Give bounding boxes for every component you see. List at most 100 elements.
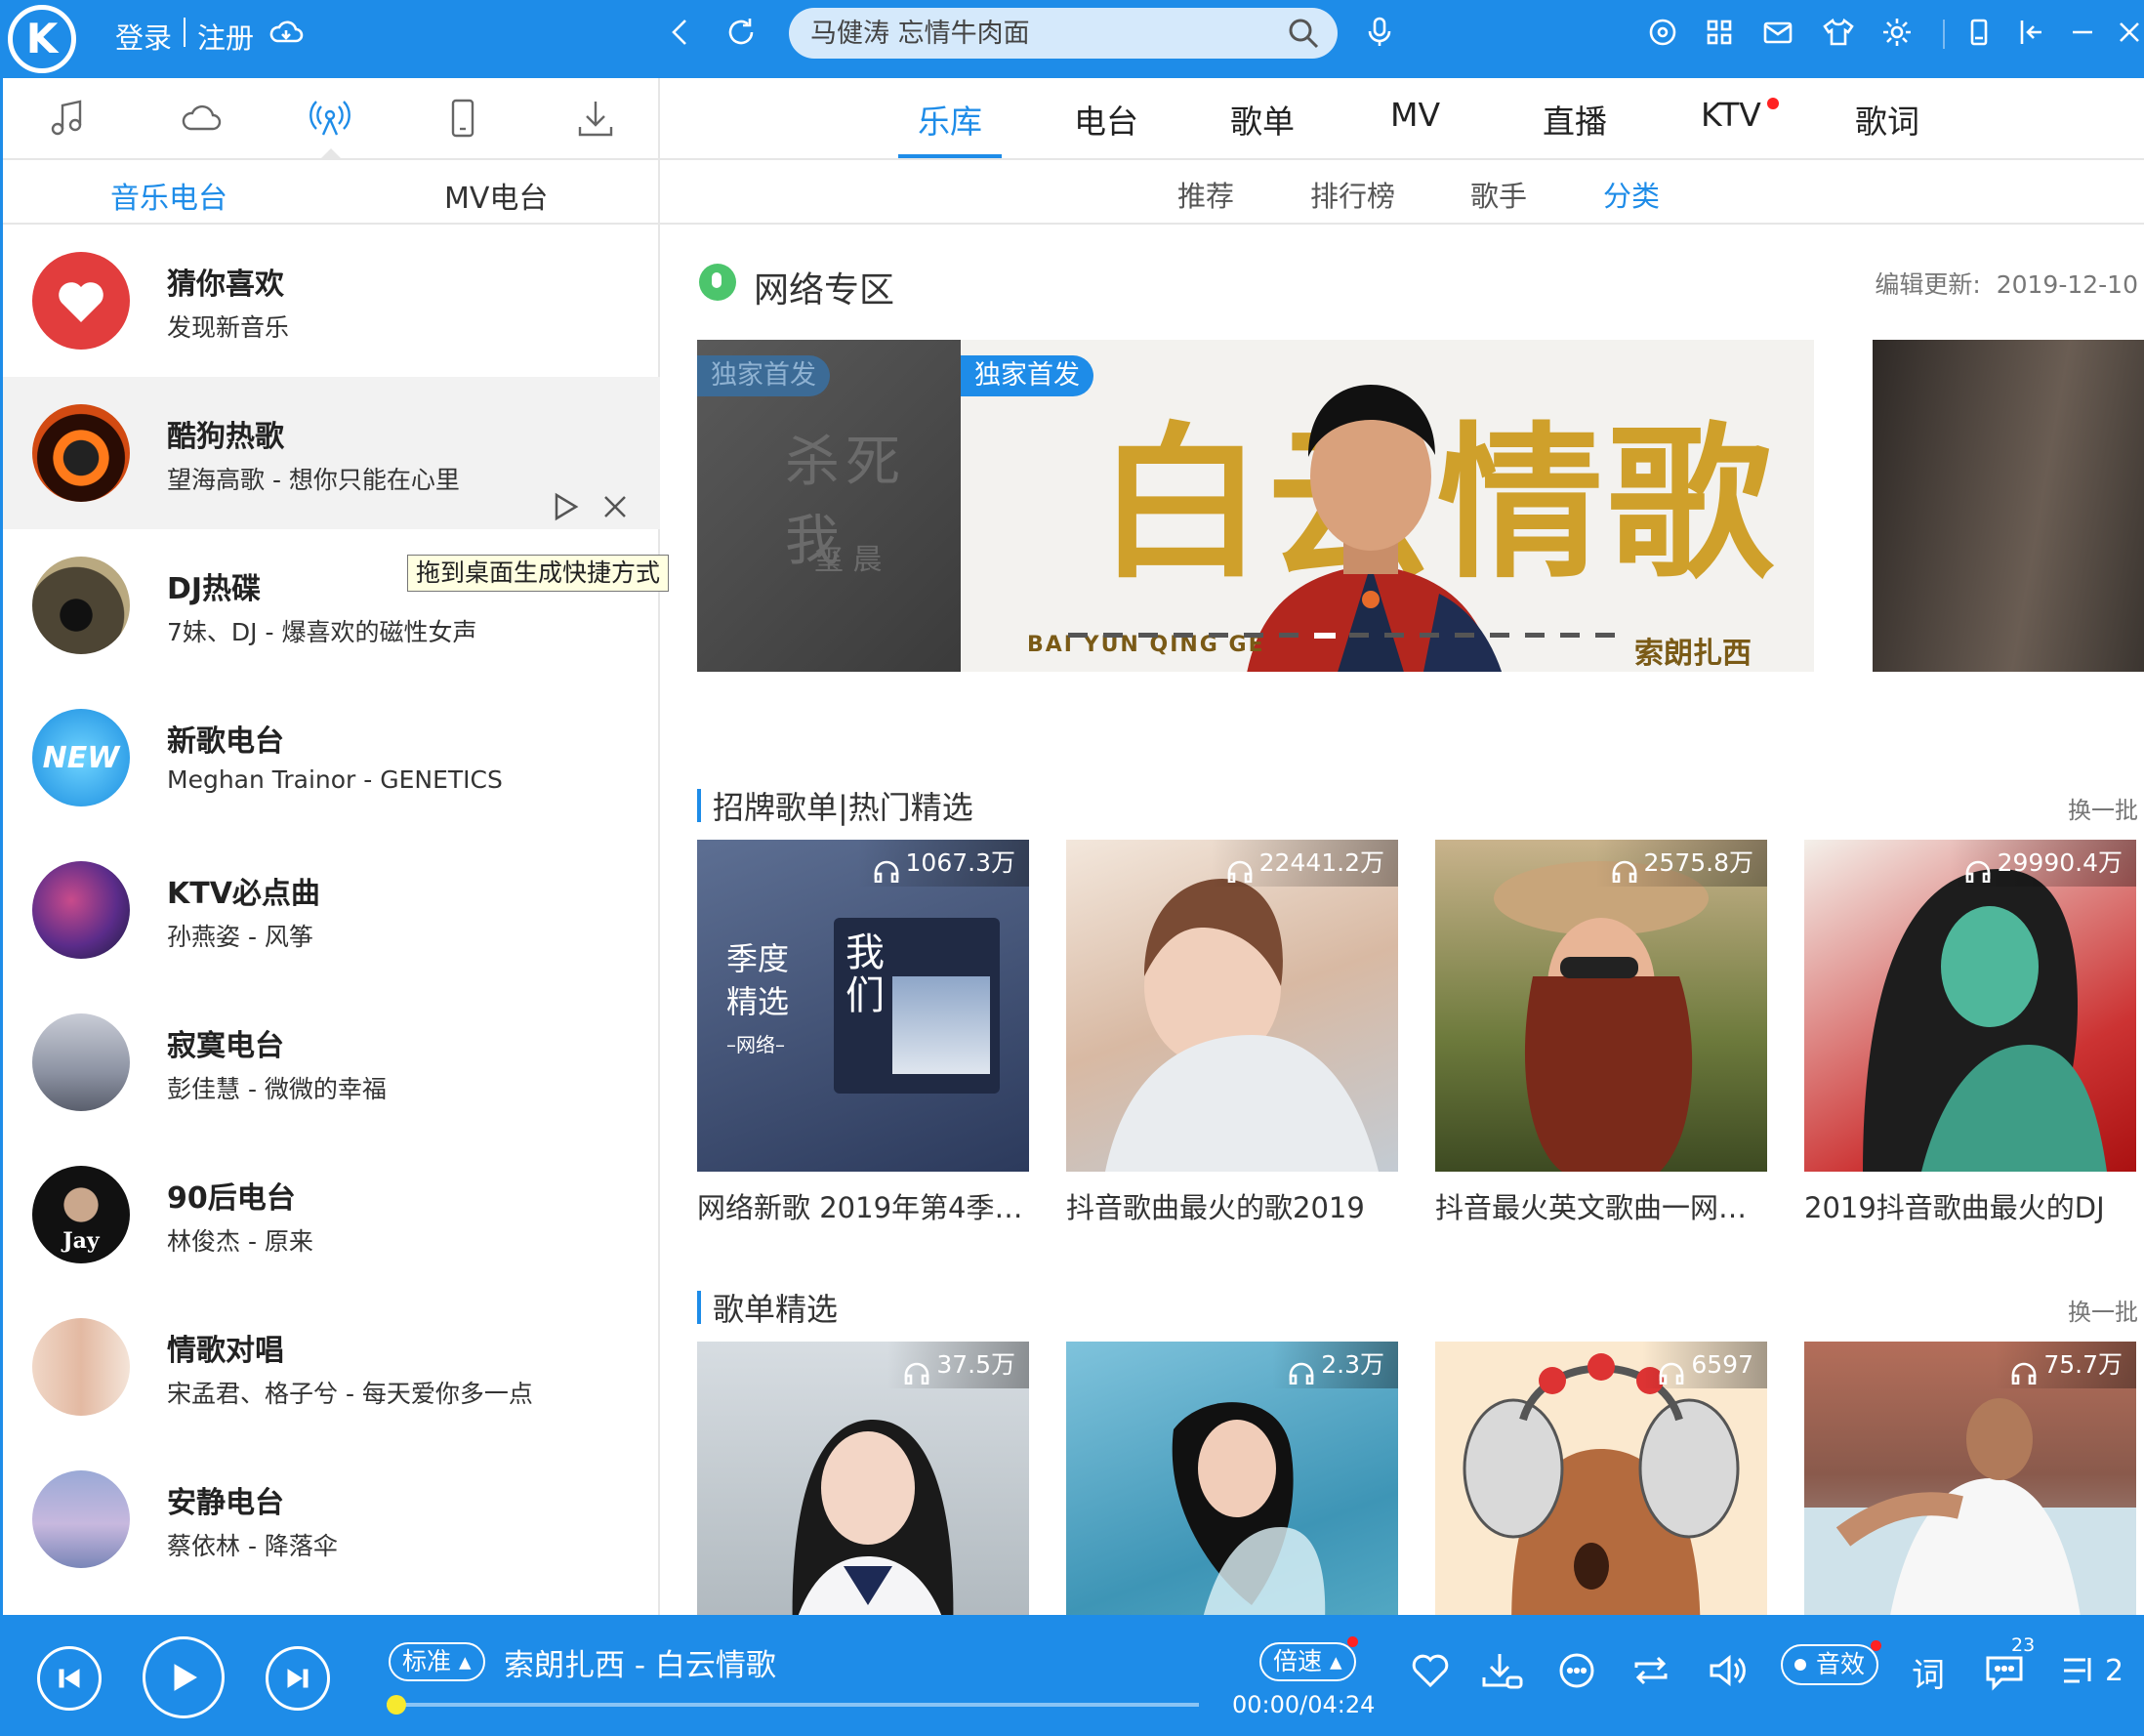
radio-item-new[interactable]: NEW 新歌电台 Meghan Trainor - GENETICS	[3, 682, 660, 834]
playlist-card[interactable]: 6597	[1435, 1342, 1767, 1615]
more-icon[interactable]	[1554, 1648, 1599, 1693]
playlist-card[interactable]: 2575.8万	[1435, 840, 1767, 1172]
refresh-batch-link[interactable]: 换一批	[2068, 1293, 2138, 1327]
playlist-name[interactable]: 抖音歌曲最火的歌2019	[1066, 1185, 1402, 1226]
search-icon[interactable]	[1287, 17, 1320, 50]
play-button[interactable]	[143, 1636, 225, 1718]
carousel-dot[interactable]	[1455, 633, 1474, 638]
voice-search-icon[interactable]	[1359, 12, 1400, 53]
banner-next-slide[interactable]	[1873, 340, 2144, 672]
minimize-icon[interactable]	[2062, 12, 2103, 53]
tab-ktv[interactable]: KTV	[1701, 96, 1761, 134]
cloud-music-icon[interactable]	[179, 96, 226, 141]
carousel-dot[interactable]	[1595, 633, 1615, 638]
carousel-dot[interactable]	[1244, 633, 1263, 638]
subnav-category[interactable]: 分类	[1603, 174, 1660, 215]
radio-item-dj[interactable]: DJ热碟 7妹、DJ - 爆喜欢的磁性女声	[3, 529, 660, 682]
tab-library[interactable]: 乐库	[918, 96, 982, 143]
playlist-card[interactable]: 季度 精选 –网络– 我们 1067.3万	[697, 840, 1029, 1172]
remove-radio-icon[interactable]	[598, 490, 632, 523]
radio-subtitle: Meghan Trainor - GENETICS	[167, 765, 503, 794]
playlist-card[interactable]: 22441.2万	[1066, 840, 1398, 1172]
radio-item-duet[interactable]: 情歌对唱 宋孟君、格子兮 - 每天爱你多一点	[3, 1291, 660, 1443]
left-panel: 音乐电台 MV电台 猜你喜欢 发现新音乐 酷狗热歌 望海高歌 - 想你只能在心里…	[0, 78, 670, 1615]
radio-title: 新歌电台	[167, 724, 284, 759]
skin-icon[interactable]	[1818, 12, 1859, 53]
speed-selector[interactable]: 倍速 ▴	[1259, 1642, 1356, 1681]
subnav-artists[interactable]: 歌手	[1470, 174, 1527, 215]
playlist-card[interactable]: 29990.4万	[1804, 840, 2136, 1172]
previous-button[interactable]	[37, 1646, 102, 1711]
tab-playlist[interactable]: 歌单	[1230, 96, 1295, 143]
refresh-batch-link[interactable]: 换一批	[2068, 791, 2138, 825]
download-icon[interactable]	[573, 96, 620, 141]
lyrics-toggle[interactable]: 词	[1912, 1648, 1945, 1696]
progress-handle[interactable]	[387, 1695, 406, 1715]
playlist-queue-icon[interactable]	[2056, 1648, 2101, 1693]
next-button[interactable]	[266, 1646, 330, 1711]
radio-item-ktv[interactable]: KTV必点曲 孙燕姿 - 风筝	[3, 834, 660, 986]
carousel-dot[interactable]	[1138, 633, 1158, 638]
playlist-name[interactable]: 网络新歌 2019年第4季【...	[697, 1185, 1033, 1226]
play-radio-icon[interactable]	[548, 490, 581, 523]
tab-lyrics[interactable]: 歌词	[1855, 96, 1919, 143]
radio-icon[interactable]	[308, 96, 354, 141]
carousel-dot[interactable]	[1279, 633, 1299, 638]
carousel-dot[interactable]	[1209, 633, 1228, 638]
refresh-icon[interactable]	[721, 12, 762, 53]
carousel-dot[interactable]	[1068, 633, 1088, 638]
comment-count: 23	[2011, 1634, 2036, 1656]
playlist-name[interactable]: 2019抖音歌曲最火的DJ	[1804, 1185, 2140, 1226]
playlist-card[interactable]: 2.3万	[1066, 1342, 1398, 1615]
subtab-mv-radio[interactable]: MV电台	[444, 174, 548, 217]
radio-item-hot[interactable]: 酷狗热歌 望海高歌 - 想你只能在心里	[3, 377, 660, 529]
banner-main-slide[interactable]: 白云情歌 BAI YUN QING GE 索朗扎西 独家首发	[961, 340, 1814, 672]
radio-item-lonely[interactable]: 寂寞电台 彭佳慧 - 微微的幸福	[3, 986, 660, 1138]
carousel-dot[interactable]	[1384, 633, 1404, 638]
close-icon[interactable]	[2109, 12, 2144, 53]
radio-item-guess[interactable]: 猜你喜欢 发现新音乐	[3, 225, 660, 377]
repeat-icon[interactable]	[1629, 1648, 1673, 1693]
mini-mode-icon[interactable]	[1958, 12, 2000, 53]
subnav-recommend[interactable]: 推荐	[1177, 174, 1234, 215]
playlist-name[interactable]: 抖音最火英文歌曲一网打尽	[1435, 1185, 1771, 1226]
subtab-music-radio[interactable]: 音乐电台	[110, 174, 227, 217]
carousel-dot[interactable]	[1560, 633, 1580, 638]
carousel-dot-active[interactable]	[1314, 633, 1336, 639]
carousel-dot[interactable]	[1349, 633, 1369, 638]
kugou-logo[interactable]: K	[8, 5, 76, 73]
download-vip-icon[interactable]	[1478, 1648, 1523, 1693]
carousel-dot[interactable]	[1420, 633, 1439, 638]
volume-icon[interactable]	[1705, 1648, 1750, 1693]
cloud-icon[interactable]	[266, 12, 307, 53]
like-icon[interactable]	[1408, 1648, 1453, 1693]
login-link[interactable]: 登录	[115, 16, 172, 57]
register-link[interactable]: 注册	[197, 16, 254, 57]
message-icon[interactable]	[1757, 12, 1798, 53]
playlist-card[interactable]: 75.7万	[1804, 1342, 2136, 1615]
apps-icon[interactable]	[1699, 12, 1740, 53]
playlist-card[interactable]: 37.5万	[697, 1342, 1029, 1615]
tab-radio[interactable]: 电台	[1074, 96, 1138, 143]
carousel-dot[interactable]	[1490, 633, 1509, 638]
carousel-dot[interactable]	[1174, 633, 1193, 638]
quality-selector[interactable]: 标准 ▴	[389, 1642, 485, 1681]
phone-icon[interactable]	[440, 96, 487, 141]
radio-item-quiet[interactable]: 安静电台 蔡依林 - 降落伞	[3, 1443, 660, 1595]
progress-bar[interactable]	[387, 1695, 1199, 1715]
listen-recognize-icon[interactable]	[1642, 12, 1683, 53]
music-note-icon[interactable]	[46, 96, 93, 141]
tab-live[interactable]: 直播	[1543, 96, 1607, 143]
search-input[interactable]	[810, 8, 1279, 59]
settings-icon[interactable]	[1876, 12, 1917, 53]
carousel-dot[interactable]	[1103, 633, 1123, 638]
back-icon[interactable]	[660, 12, 701, 53]
radio-title: DJ热碟	[167, 572, 262, 606]
tab-mv[interactable]: MV	[1390, 96, 1440, 134]
subnav-charts[interactable]: 排行榜	[1310, 174, 1395, 215]
sound-effect-button[interactable]: 音效	[1781, 1644, 1879, 1685]
banner-prev-slide[interactable]: 杀死我 玺 晨 独家首发	[697, 340, 961, 672]
collapse-icon[interactable]	[2011, 12, 2052, 53]
carousel-dot[interactable]	[1525, 633, 1545, 638]
radio-item-90s[interactable]: Jay 90后电台 林俊杰 - 原来	[3, 1138, 660, 1291]
